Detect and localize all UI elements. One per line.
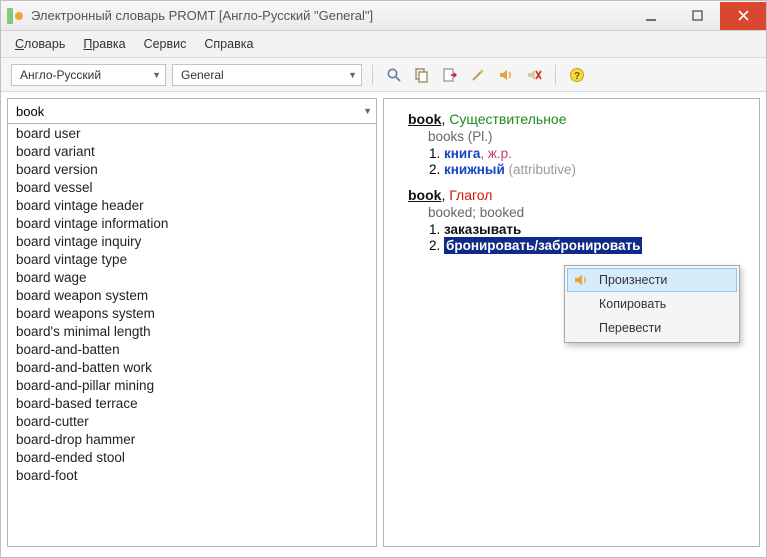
menu-edit[interactable]: Правка <box>83 37 125 51</box>
maximize-icon <box>692 10 703 21</box>
close-button[interactable] <box>720 2 766 30</box>
titlebar: Электронный словарь PROMT [Англо-Русский… <box>1 1 766 31</box>
list-item[interactable]: board vintage information <box>8 214 376 232</box>
list-item[interactable]: board vintage header <box>8 196 376 214</box>
pos-noun: Существительное <box>449 111 566 127</box>
help-icon: ? <box>569 67 585 83</box>
list-item[interactable]: board variant <box>8 142 376 160</box>
list-item[interactable]: board version <box>8 160 376 178</box>
context-item-speak[interactable]: Произнести <box>567 268 737 292</box>
list-item[interactable]: board-foot <box>8 466 376 484</box>
noun-senses: книга, ж.р. книжный (attributive) <box>444 146 743 177</box>
copy-button[interactable] <box>411 64 433 86</box>
language-pair-combo[interactable]: Англо-Русский ▼ <box>11 64 166 86</box>
verb-senses: заказывать бронировать/забронировать <box>444 222 743 253</box>
verb-forms: booked; booked <box>428 205 743 220</box>
menu-dictionary[interactable]: Словарь <box>15 37 65 51</box>
headword: book <box>408 187 441 203</box>
minimize-icon <box>645 10 657 22</box>
chevron-down-icon: ▼ <box>363 106 372 116</box>
chevron-down-icon: ▼ <box>152 70 161 80</box>
search-icon <box>386 67 402 83</box>
blank-icon <box>573 320 591 336</box>
selected-translation[interactable]: бронировать/забронировать <box>444 237 642 254</box>
wand-button[interactable] <box>467 64 489 86</box>
menu-label: равка <box>92 37 125 51</box>
list-item[interactable]: board vintage type <box>8 250 376 268</box>
menu-help[interactable]: Справка <box>204 37 253 51</box>
sense-item[interactable]: бронировать/забронировать <box>444 238 743 253</box>
speak-button[interactable] <box>495 64 517 86</box>
list-item[interactable]: board weapon system <box>8 286 376 304</box>
context-item-translate[interactable]: Перевести <box>567 316 737 340</box>
mute-button[interactable] <box>523 64 545 86</box>
menubar: Словарь Правка Сервис Справка <box>1 31 766 58</box>
list-item[interactable]: board wage <box>8 268 376 286</box>
toolbar: Англо-Русский ▼ General ▼ ? <box>1 58 766 92</box>
list-item[interactable]: board weapons system <box>8 304 376 322</box>
blank-icon <box>573 296 591 312</box>
export-icon <box>442 67 458 83</box>
article-panel: book, Существительное books (Pl.) книга,… <box>383 98 760 547</box>
window-buttons <box>628 2 766 30</box>
left-panel: ▼ board userboard variantboard versionbo… <box>7 98 377 547</box>
language-pair-value: Англо-Русский <box>20 68 101 82</box>
chevron-down-icon: ▼ <box>348 70 357 80</box>
svg-text:?: ? <box>574 71 580 82</box>
wand-icon <box>470 67 486 83</box>
list-item[interactable]: board's minimal length <box>8 322 376 340</box>
menu-tools[interactable]: Сервис <box>144 37 187 51</box>
context-item-label: Копировать <box>599 297 666 311</box>
maximize-button[interactable] <box>674 2 720 30</box>
sense-item: книжный (attributive) <box>444 162 743 177</box>
separator <box>555 65 556 85</box>
search-input[interactable] <box>16 104 363 119</box>
app-icon <box>7 8 23 24</box>
wordlist[interactable]: board userboard variantboard versionboar… <box>8 124 376 546</box>
minimize-button[interactable] <box>628 2 674 30</box>
list-item[interactable]: board vintage inquiry <box>8 232 376 250</box>
sense-item: заказывать <box>444 222 743 237</box>
list-item[interactable]: board vessel <box>8 178 376 196</box>
entry-noun-head: book, Существительное <box>408 111 743 127</box>
dictionary-combo[interactable]: General ▼ <box>172 64 362 86</box>
noun-forms: books (Pl.) <box>428 129 743 144</box>
export-button[interactable] <box>439 64 461 86</box>
copy-icon <box>414 67 430 83</box>
help-button[interactable]: ? <box>566 64 588 86</box>
sense-item: книга, ж.р. <box>444 146 743 161</box>
close-icon <box>738 10 749 21</box>
list-item[interactable]: board-based terrace <box>8 394 376 412</box>
wordlist-panel: board userboard variantboard versionboar… <box>7 124 377 547</box>
list-item[interactable]: board-and-batten work <box>8 358 376 376</box>
dictionary-value: General <box>181 68 224 82</box>
speaker-off-icon <box>526 67 542 83</box>
entry-verb-head: book, Глагол <box>408 187 743 203</box>
context-item-copy[interactable]: Копировать <box>567 292 737 316</box>
context-item-label: Произнести <box>599 273 667 287</box>
speaker-icon <box>573 272 591 288</box>
headword: book <box>408 111 441 127</box>
separator <box>372 65 373 85</box>
search-button[interactable] <box>383 64 405 86</box>
list-item[interactable]: board-and-pillar mining <box>8 376 376 394</box>
list-item[interactable]: board-and-batten <box>8 340 376 358</box>
content: ▼ board userboard variantboard versionbo… <box>1 92 766 553</box>
context-menu: Произнести Копировать Перевести <box>564 265 740 343</box>
list-item[interactable]: board-drop hammer <box>8 430 376 448</box>
menu-label: ловарь <box>24 37 65 51</box>
pos-verb: Глагол <box>449 187 492 203</box>
list-item[interactable]: board user <box>8 124 376 142</box>
window-title: Электронный словарь PROMT [Англо-Русский… <box>31 8 373 23</box>
search-field[interactable]: ▼ <box>7 98 377 124</box>
list-item[interactable]: board-cutter <box>8 412 376 430</box>
context-item-label: Перевести <box>599 321 661 335</box>
list-item[interactable]: board-ended stool <box>8 448 376 466</box>
speaker-icon <box>498 67 514 83</box>
